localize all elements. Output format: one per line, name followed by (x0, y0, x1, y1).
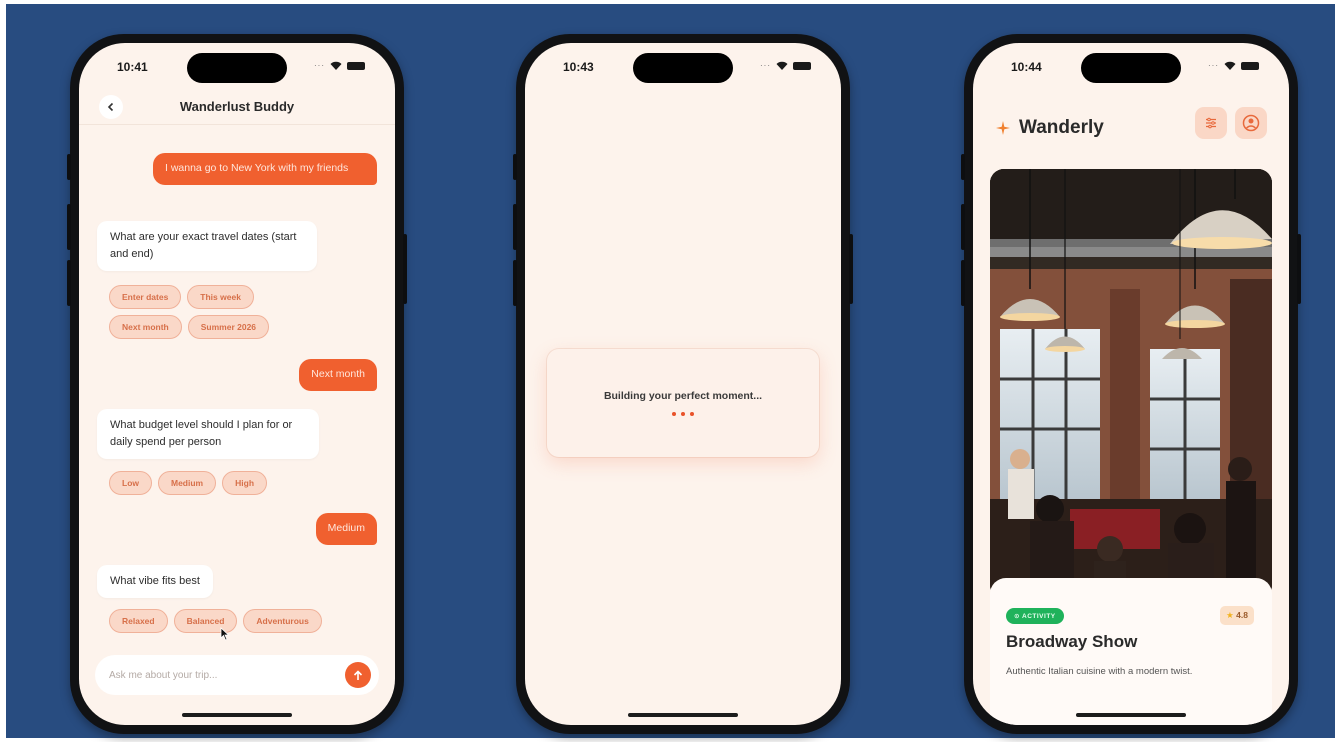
sparkle-icon (996, 121, 1010, 135)
activity-title: Broadway Show (1006, 632, 1138, 651)
status-time: 10:41 (117, 60, 148, 74)
bot-message: What budget level should I plan for or d… (97, 409, 319, 460)
wifi-icon (776, 61, 788, 70)
side-button (403, 234, 407, 304)
status-icons: ··· (314, 61, 365, 70)
side-button (961, 204, 965, 250)
side-button (961, 260, 965, 306)
brand: Wanderly (995, 117, 1104, 139)
user-message: I wanna go to New York with my friends (153, 153, 377, 185)
side-button (1297, 234, 1301, 304)
chip-summer-2026[interactable]: Summer 2026 (187, 315, 270, 339)
side-button (67, 154, 71, 180)
bot-message: What vibe fits best (97, 565, 213, 599)
back-button[interactable] (99, 95, 123, 119)
status-icons: ··· (1208, 61, 1259, 70)
loading-card: Building your perfect moment... (547, 349, 819, 457)
battery-icon (793, 61, 811, 70)
home-indicator (1076, 713, 1186, 717)
bot-message: What are your exact travel dates (start … (97, 221, 317, 272)
side-button (513, 260, 517, 306)
chip-this-week[interactable]: This week (187, 285, 254, 309)
phone-chat: 10:41 ··· Wanderlust Buddy I wanna go to… (67, 34, 407, 734)
screen: 10:41 ··· Wanderlust Buddy I wanna go to… (79, 43, 395, 725)
rating-badge: ★ 4.8 (1220, 606, 1254, 625)
status-time: 10:43 (563, 60, 594, 74)
loading-text: Building your perfect moment... (603, 390, 763, 402)
user-message: Next month (299, 359, 377, 391)
category-tag: ⊙ ACTIVITY (1006, 608, 1064, 624)
dynamic-island (633, 53, 733, 83)
chip-medium[interactable]: Medium (158, 471, 217, 495)
filter-icon (1206, 117, 1216, 129)
restaurant-image (990, 169, 1272, 599)
presentation-background: 10:41 ··· Wanderlust Buddy I wanna go to… (6, 4, 1335, 738)
send-button[interactable] (345, 662, 371, 688)
side-button (961, 154, 965, 180)
chip-relaxed[interactable]: Relaxed (109, 609, 168, 633)
chip-low[interactable]: Low (109, 471, 152, 495)
signal-icon: ··· (314, 61, 325, 70)
signal-icon: ··· (760, 61, 771, 70)
dynamic-island (187, 53, 287, 83)
status-icons: ··· (760, 61, 811, 70)
profile-icon (1242, 114, 1260, 132)
battery-icon (1241, 61, 1259, 70)
mouse-cursor-icon (220, 627, 230, 641)
star-icon: ★ (1226, 610, 1234, 620)
chat-header: Wanderlust Buddy (79, 89, 395, 125)
activity-photo[interactable] (990, 169, 1272, 599)
signal-icon: ··· (1208, 61, 1219, 70)
chevron-left-icon (107, 102, 114, 112)
wifi-icon (1224, 61, 1236, 70)
category-tag-label: ACTIVITY (1022, 613, 1056, 620)
home-indicator (182, 713, 292, 717)
chip-group-budget: Low Medium High (109, 471, 329, 495)
dynamic-island (1081, 53, 1181, 83)
status-time: 10:44 (1011, 60, 1042, 74)
activity-description: Authentic Italian cuisine with a modern … (1006, 666, 1193, 677)
user-message: Medium (315, 513, 377, 545)
activity-card[interactable]: ⊙ ACTIVITY ★ 4.8 Broadway Show Authentic… (990, 578, 1272, 725)
chip-enter-dates[interactable]: Enter dates (109, 285, 182, 309)
chip-next-month[interactable]: Next month (109, 315, 182, 339)
loading-dots (672, 412, 694, 416)
battery-icon (347, 61, 365, 70)
arrow-up-icon (353, 669, 363, 680)
side-button (67, 204, 71, 250)
brand-name: Wanderly (1019, 117, 1104, 138)
home-indicator (628, 713, 738, 717)
chip-high[interactable]: High (222, 471, 268, 495)
filter-button[interactable] (1195, 107, 1227, 139)
side-button (67, 260, 71, 306)
chip-group-vibe: Relaxed Balanced Adventurous (109, 609, 379, 633)
side-button (513, 204, 517, 250)
chip-group-dates: Enter dates This week Next month Summer … (109, 285, 319, 339)
loading-dot (690, 412, 694, 416)
screen: 10:44 ··· Wanderly ⊙ ACTIVITY ★ 4.8 Broa… (973, 43, 1289, 725)
phone-loading: 10:43 ··· Building your perfect moment..… (513, 34, 853, 734)
chat-input-bar (95, 655, 379, 695)
side-button (513, 154, 517, 180)
rating-value: 4.8 (1236, 610, 1248, 620)
phone-discover: 10:44 ··· Wanderly ⊙ ACTIVITY ★ 4.8 Broa… (961, 34, 1301, 734)
chat-title: Wanderlust Buddy (179, 99, 295, 114)
screen: 10:43 ··· Building your perfect moment..… (525, 43, 841, 725)
chat-input[interactable] (109, 669, 345, 681)
loading-dot (681, 412, 685, 416)
chip-adventurous[interactable]: Adventurous (243, 609, 322, 633)
profile-button[interactable] (1235, 107, 1267, 139)
loading-dot (672, 412, 676, 416)
wifi-icon (330, 61, 342, 70)
side-button (849, 234, 853, 304)
